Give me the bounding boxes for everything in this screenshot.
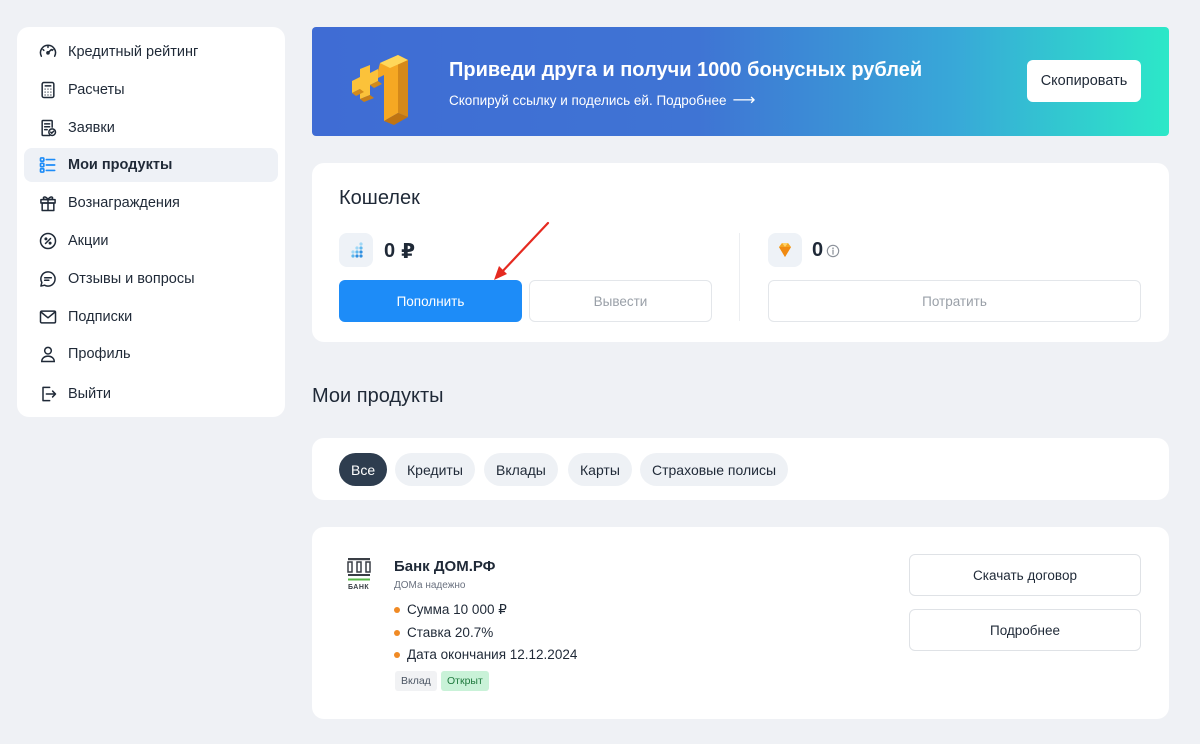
bank-slogan: ДОМа надежно — [394, 580, 466, 591]
sidebar-item-label: Отзывы и вопросы — [68, 270, 195, 287]
rub-balance: 0 ₽ — [384, 239, 415, 264]
plus-one-icon — [352, 55, 408, 125]
status-badge: Открыт — [441, 671, 489, 691]
filter-all[interactable]: Все — [339, 453, 388, 486]
sidebar-item-label: Подписки — [68, 308, 133, 325]
sidebar-item-label: Вознаграждения — [68, 195, 180, 212]
wallet-title: Кошелек — [339, 187, 420, 209]
withdraw-button[interactable]: Вывести — [529, 280, 712, 322]
sidebar-item-label: Заявки — [68, 119, 115, 136]
bullet-dot — [394, 607, 400, 613]
sidebar-item-label: Профиль — [68, 346, 131, 363]
sidebar-item-credit-rating[interactable]: Кредитный рейтинг — [24, 35, 278, 69]
bonus-balance-value: 0 — [812, 239, 824, 261]
products-list-icon — [37, 154, 59, 176]
gauge-icon — [37, 41, 59, 63]
detail-rate: Ставка 20.7% — [394, 625, 493, 640]
sidebar: Кредитный рейтинг Расчеты Заявки Мои про… — [17, 27, 285, 417]
arrow-right-icon: ⟶ — [732, 92, 756, 109]
bullet-dot — [394, 651, 400, 658]
copy-link-button[interactable]: Скопировать — [1027, 60, 1141, 102]
diamond-icon — [768, 233, 802, 267]
product-card: БАНК Банк ДОМ.РФ ДОМа надежно Сумма 10 0… — [312, 527, 1169, 719]
bullet-dot — [394, 629, 400, 636]
gift-icon — [37, 192, 59, 214]
detail-amount: Сумма 10 000 ₽ — [394, 602, 507, 618]
banner-subtitle-link[interactable]: Скопируй ссылку и поделись ей. Подробнее… — [449, 90, 755, 110]
sidebar-item-calculations[interactable]: Расчеты — [24, 73, 278, 107]
mail-icon — [37, 306, 59, 328]
chat-icon — [37, 268, 59, 290]
bank-name: Банк ДОМ.РФ — [394, 558, 496, 575]
banner-subtitle: Скопируй ссылку и поделись ей. Подробнее — [449, 92, 727, 108]
sidebar-item-subscriptions[interactable]: Подписки — [24, 300, 278, 334]
rub-wallet-icon — [339, 233, 373, 267]
detail-text: Дата окончания 12.12.2024 — [407, 647, 578, 662]
sidebar-item-label: Кредитный рейтинг — [68, 44, 199, 60]
sidebar-item-label: Мои продукты — [68, 157, 173, 174]
percent-icon — [37, 230, 59, 252]
product-type-badge: Вклад — [395, 671, 437, 691]
rub-balance-value: 0 — [384, 240, 396, 262]
sidebar-item-rewards[interactable]: Вознаграждения — [24, 186, 278, 220]
application-icon — [37, 117, 59, 139]
referral-banner: Приведи друга и получи 1000 бонусных руб… — [312, 27, 1169, 136]
download-contract-button[interactable]: Скачать договор — [909, 554, 1141, 596]
detail-text: Сумма 10 000 ₽ — [407, 602, 507, 617]
detail-text: Ставка 20.7% — [407, 625, 494, 640]
filter-deposits[interactable]: Вклады — [484, 453, 558, 486]
bonus-balance: 0 — [812, 239, 840, 262]
filter-insurance[interactable]: Страховые полисы — [640, 453, 789, 486]
wallet-divider — [739, 233, 740, 321]
rub-currency: ₽ — [401, 241, 416, 263]
detail-end-date: Дата окончания 12.12.2024 — [394, 647, 577, 662]
filter-credits[interactable]: Кредиты — [395, 453, 475, 486]
products-section-title: Мои продукты — [312, 385, 444, 407]
logout-icon — [37, 383, 59, 405]
banner-title: Приведи друга и получи 1000 бонусных руб… — [449, 59, 923, 81]
sidebar-item-reviews[interactable]: Отзывы и вопросы — [24, 262, 278, 296]
details-button[interactable]: Подробнее — [909, 609, 1141, 651]
sidebar-item-logout[interactable]: Выйти — [24, 377, 278, 411]
bank-logo-text: БАНК — [348, 584, 370, 591]
filter-cards[interactable]: Карты — [568, 453, 632, 486]
sidebar-item-label: Расчеты — [68, 81, 125, 98]
sidebar-item-label: Акции — [68, 232, 109, 249]
user-icon — [37, 343, 59, 365]
sidebar-item-applications[interactable]: Заявки — [24, 111, 278, 145]
topup-button[interactable]: Пополнить — [339, 280, 522, 322]
spend-button[interactable]: Потратить — [768, 280, 1141, 322]
info-icon[interactable] — [826, 244, 840, 258]
product-filters: Все Кредиты Вклады Карты Страховые полис… — [312, 438, 1169, 500]
sidebar-item-my-products[interactable]: Мои продукты — [24, 148, 278, 183]
sidebar-item-label: Выйти — [68, 386, 111, 403]
wallet-card: Кошелек 0 ₽ Пополнить Вывести 0 Потратит… — [312, 163, 1169, 342]
sidebar-item-profile[interactable]: Профиль — [24, 337, 278, 371]
sidebar-item-promotions[interactable]: Акции — [24, 224, 278, 258]
calculator-icon — [37, 79, 59, 101]
